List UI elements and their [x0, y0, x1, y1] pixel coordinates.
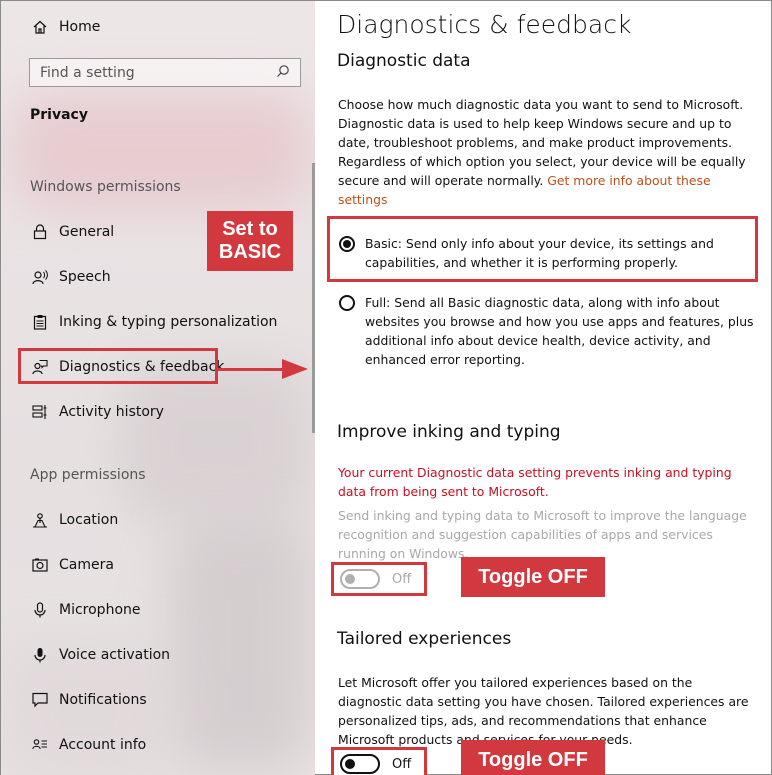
- lock-icon: [30, 224, 50, 240]
- diagnostics-highlight-box: [18, 348, 218, 384]
- sidebar-item-label: Location: [59, 512, 119, 528]
- radio-selected-dot: [343, 240, 351, 248]
- tailored-description: Let Microsoft offer you tailored experie…: [338, 675, 749, 747]
- sidebar-item-label: Notifications: [59, 692, 147, 708]
- sidebar-item-label: Voice activation: [59, 647, 171, 663]
- sidebar-item-location[interactable]: Location: [1, 500, 315, 540]
- sidebar-item-camera[interactable]: Camera: [1, 545, 315, 585]
- account-icon: [30, 737, 50, 753]
- toggle-off-annotation: Toggle OFF: [461, 740, 605, 775]
- toggle-knob: [345, 574, 355, 584]
- main-content: Diagnostics & feedback Diagnostic data C…: [319, 1, 772, 775]
- sidebar-item-microphone[interactable]: Microphone: [1, 590, 315, 630]
- sidebar-item-label: Microphone: [59, 602, 141, 618]
- search-input[interactable]: Find a setting: [29, 58, 301, 87]
- toggle-off-annotation: Toggle OFF: [461, 557, 605, 597]
- inking-description: Send inking and typing data to Microsoft…: [338, 508, 747, 561]
- sidebar-item-label: Speech: [59, 269, 111, 285]
- page-title: Diagnostics & feedback: [337, 10, 632, 39]
- home-icon: [30, 19, 50, 35]
- location-icon: [30, 512, 50, 528]
- basic-option-label: Basic: Send only info about your device,…: [365, 236, 714, 270]
- set-basic-annotation: Set to BASIC: [207, 211, 293, 271]
- sidebar-item-activity-history[interactable]: Activity history: [1, 392, 315, 432]
- camera-icon: [30, 557, 50, 573]
- inking-toggle-state: Off: [392, 571, 412, 587]
- sidebar: Home Find a setting Privacy Windows perm…: [1, 1, 315, 775]
- sidebar-item-notifications[interactable]: Notifications: [1, 680, 315, 720]
- sidebar-item-label: General: [59, 224, 115, 240]
- basic-option[interactable]: Basic: Send only info about your device,…: [339, 234, 759, 272]
- tailored-toggle-highlight-box: Off: [331, 747, 427, 775]
- home-link[interactable]: Home: [1, 7, 315, 47]
- arrow-icon: [218, 368, 284, 371]
- category-title: Privacy: [30, 107, 88, 123]
- toggle-knob: [345, 759, 355, 769]
- voice-icon: [30, 647, 50, 663]
- sidebar-scrollbar[interactable]: [312, 163, 315, 433]
- clipboard-icon: [30, 314, 50, 330]
- sidebar-item-label: Camera: [59, 557, 114, 573]
- microphone-icon: [30, 602, 50, 618]
- sidebar-item-label: Inking & typing personalization: [59, 314, 278, 330]
- inking-toggle[interactable]: [340, 569, 380, 589]
- sidebar-item-inking-typing[interactable]: Inking & typing personalization: [1, 302, 315, 342]
- tailored-toggle-state: Off: [392, 756, 412, 772]
- windows-permissions-heading: Windows permissions: [30, 179, 181, 195]
- tailored-toggle[interactable]: [340, 754, 380, 774]
- sidebar-item-label: Activity history: [59, 404, 164, 420]
- inking-heading: Improve inking and typing: [337, 422, 561, 442]
- speech-icon: [30, 269, 50, 285]
- sidebar-item-voice-activation[interactable]: Voice activation: [1, 635, 315, 675]
- diagnostic-description: Choose how much diagnostic data you want…: [338, 95, 758, 209]
- tailored-heading: Tailored experiences: [337, 629, 512, 649]
- inking-toggle-highlight-box: Off: [331, 562, 427, 596]
- app-permissions-heading: App permissions: [30, 467, 146, 483]
- basic-radio[interactable]: [339, 236, 355, 252]
- notification-icon: [30, 692, 50, 708]
- full-option-label: Full: Send all Basic diagnostic data, al…: [365, 295, 754, 367]
- sidebar-item-account-info[interactable]: Account info: [1, 725, 315, 765]
- diagnostic-data-heading: Diagnostic data: [337, 51, 471, 71]
- search-placeholder: Find a setting: [40, 64, 135, 81]
- arrow-head-icon: [282, 359, 308, 379]
- search-icon[interactable]: [276, 64, 290, 82]
- full-radio[interactable]: [339, 295, 355, 311]
- home-label: Home: [59, 19, 101, 35]
- full-option[interactable]: Full: Send all Basic diagnostic data, al…: [339, 293, 759, 369]
- sidebar-item-label: Account info: [59, 737, 147, 753]
- inking-warning: Your current Diagnostic data setting pre…: [338, 465, 732, 499]
- timeline-icon: [30, 404, 50, 420]
